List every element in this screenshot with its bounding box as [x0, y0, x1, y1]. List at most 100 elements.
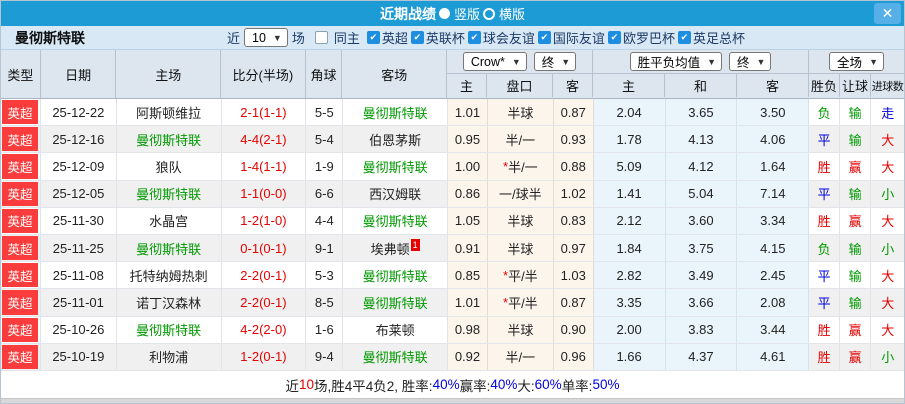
away-team-name[interactable]: 曼彻斯特联 — [363, 347, 428, 366]
sub-header-win: 主 — [593, 74, 666, 97]
same-home-checkbox[interactable] — [314, 31, 328, 44]
home-team-name[interactable]: 托特纳姆热刺 — [130, 266, 208, 285]
date-cell: 25-11-08 — [40, 262, 117, 289]
scope-value: 全场 — [837, 56, 863, 70]
asia-source-select[interactable]: Crow* ▼ — [462, 52, 527, 71]
layout-horizontal-label[interactable]: 横版 — [499, 4, 525, 23]
asia-home-odds-cell: 0.86 — [448, 180, 488, 207]
league-filter[interactable]: ✔ 英联杯 — [410, 28, 465, 47]
away-team-cell: 曼彻斯特联 — [343, 207, 449, 235]
goals-result-cell: 走 — [871, 99, 904, 126]
layout-vertical-label[interactable]: 竖版 — [454, 4, 480, 23]
match-type-cell: 英超 — [1, 262, 41, 289]
corner-cell: 6-6 — [306, 180, 344, 207]
home-team-cell: 托特纳姆热刺 — [116, 262, 222, 289]
close-icon[interactable]: ✕ — [874, 3, 901, 24]
away-team-name[interactable]: 布莱顿 — [376, 320, 415, 339]
recent-count-value: 10 — [252, 30, 266, 45]
table-row: 英超 25-11-25 曼彻斯特联 0-1(0-1) 9-1 埃弗顿 1 0.91 半球 0.97… — [1, 235, 904, 263]
handicap-result-cell: 输 — [840, 126, 872, 153]
league-checkbox[interactable]: ✔ — [366, 31, 380, 44]
footer-segment: 40% — [490, 377, 518, 392]
away-team-name[interactable]: 曼彻斯特联 — [363, 266, 428, 285]
table-header: 类型 日期 主场 比分(半场) 角球 客场 Crow* ▼ 终 ▼ 主 盘口 客 — [1, 50, 904, 99]
red-card-badge: 1 — [410, 239, 420, 252]
europe-period-select[interactable]: 终 ▼ — [729, 52, 772, 71]
away-team-name[interactable]: 伯恩茅斯 — [369, 130, 421, 149]
home-team-name[interactable]: 曼彻斯特联 — [136, 320, 201, 339]
home-team-name[interactable]: 曼彻斯特联 — [136, 130, 201, 149]
league-checkbox[interactable]: ✔ — [537, 31, 551, 44]
home-team-name[interactable]: 曼彻斯特联 — [136, 239, 201, 258]
league-badge: 英超 — [2, 127, 38, 152]
asia-away-odds-cell: 0.96 — [553, 343, 594, 371]
europe-win-odds-cell: 1.41 — [593, 180, 666, 207]
league-badge: 英超 — [2, 100, 38, 125]
asia-away-odds-cell: 0.87 — [553, 99, 594, 126]
asia-home-odds-cell: 1.01 — [448, 99, 488, 126]
league-checkbox[interactable]: ✔ — [410, 31, 424, 44]
footer-segment: 大: — [517, 378, 535, 394]
handicap-star: * — [503, 159, 509, 174]
date-cell: 25-12-09 — [40, 153, 117, 180]
home-team-name[interactable]: 狼队 — [156, 157, 182, 176]
handicap-result-cell: 赢 — [840, 316, 872, 343]
col-header-type: 类型 — [1, 50, 41, 98]
handicap-cell: 半球 — [487, 316, 554, 343]
layout-horizontal-radio[interactable] — [483, 7, 495, 20]
asia-period-value: 终 — [541, 56, 555, 70]
col-header-date: 日期 — [41, 50, 117, 98]
europe-draw-odds-cell: 4.13 — [665, 126, 738, 153]
home-team-name[interactable]: 利物浦 — [149, 347, 188, 366]
asia-period-select[interactable]: 终 ▼ — [533, 52, 577, 71]
asia-away-odds-cell: 0.83 — [553, 207, 594, 235]
corner-cell: 9-1 — [306, 235, 344, 262]
league-badge: 英超 — [2, 317, 38, 342]
europe-draw-odds-cell: 5.04 — [665, 180, 738, 207]
footer-segment: 近 — [285, 378, 300, 394]
away-team-name[interactable]: 埃弗顿 — [371, 239, 410, 258]
corner-cell: 1-9 — [306, 153, 344, 180]
match-type-cell: 英超 — [1, 99, 41, 126]
away-team-name[interactable]: 曼彻斯特联 — [363, 211, 428, 230]
league-filter[interactable]: ✔ 球会友谊 — [467, 28, 535, 47]
league-checkbox[interactable]: ✔ — [607, 31, 621, 44]
asia-source-value: Crow* — [470, 54, 505, 69]
league-checkbox[interactable]: ✔ — [467, 31, 481, 44]
league-filter[interactable]: ✔ 国际友谊 — [537, 28, 605, 47]
col-header-home: 主场 — [116, 50, 222, 98]
recent-count-select[interactable]: 10 ▼ — [244, 28, 288, 47]
league-label: 英超 — [381, 31, 408, 46]
home-team-name[interactable]: 曼彻斯特联 — [136, 184, 201, 203]
result-cell: 平 — [809, 289, 841, 316]
home-team-name[interactable]: 阿斯顿维拉 — [136, 103, 201, 122]
league-label: 英联杯 — [425, 31, 465, 46]
home-team-name[interactable]: 水晶宫 — [149, 211, 188, 230]
league-filter[interactable]: ✔ 英超 — [366, 28, 408, 47]
league-checkbox[interactable]: ✔ — [677, 31, 691, 44]
league-filter[interactable]: ✔ 欧罗巴杯 — [607, 28, 675, 47]
asia-home-odds-cell: 1.01 — [448, 289, 488, 316]
team-name: 曼彻斯特联 — [15, 29, 85, 46]
away-team-name[interactable]: 曼彻斯特联 — [363, 103, 428, 122]
result-cell: 胜 — [809, 207, 841, 235]
away-team-name[interactable]: 曼彻斯特联 — [363, 157, 428, 176]
away-team-name[interactable]: 西汉姆联 — [369, 184, 421, 203]
away-team-name[interactable]: 曼彻斯特联 — [363, 293, 428, 312]
home-team-name[interactable]: 诺丁汉森林 — [136, 293, 201, 312]
matches-label: 场 — [291, 31, 305, 46]
league-badge: 英超 — [2, 208, 38, 234]
score-cell: 2-2(0-1) — [221, 262, 307, 289]
europe-source-select[interactable]: 胜平负均值 ▼ — [629, 52, 723, 71]
scope-select[interactable]: 全场 ▼ — [829, 52, 884, 71]
table-row: 英超 25-12-05 曼彻斯特联 1-1(0-0) 6-6 西汉姆联 0.86 一/球半 1.… — [1, 180, 904, 208]
handicap-cell: * 平/半 — [487, 262, 554, 289]
handicap-cell: * 平/半 — [487, 289, 554, 316]
league-badge: 英超 — [2, 344, 38, 370]
bottom-strip — [1, 398, 904, 403]
league-filter[interactable]: ✔ 英足总杯 — [677, 28, 745, 47]
goals-result-cell: 大 — [871, 126, 904, 153]
layout-vertical-radio[interactable] — [438, 8, 450, 19]
result-cell: 平 — [809, 262, 841, 289]
result-cell: 负 — [809, 235, 841, 262]
